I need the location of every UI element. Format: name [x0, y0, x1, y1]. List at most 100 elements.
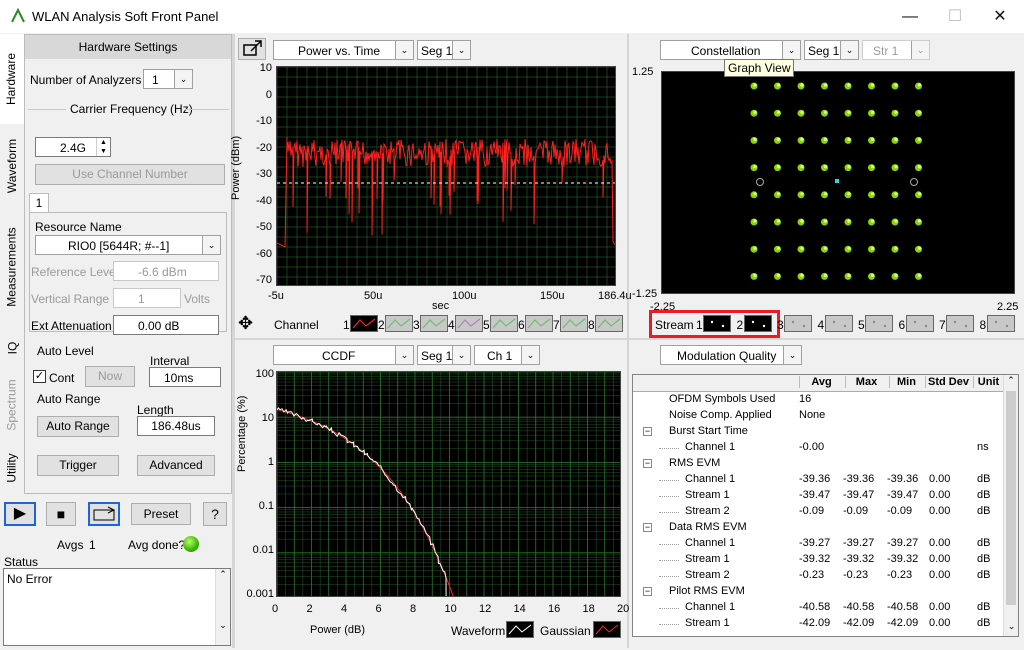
move-cursor-icon[interactable]: ✥ — [238, 313, 253, 334]
modq-row[interactable]: Stream 1 -39.47 -39.47 -39.47 0.00 dB — [633, 488, 1003, 504]
modq-row[interactable]: Channel 1 -39.27 -39.27 -39.27 0.00 dB — [633, 536, 1003, 552]
close-button[interactable]: ✕ — [980, 4, 1020, 30]
trigger-button[interactable]: Trigger — [37, 455, 119, 476]
channel-legend-swatch-1[interactable] — [350, 315, 378, 332]
minimize-button[interactable]: — — [890, 4, 930, 30]
advanced-button[interactable]: Advanced — [137, 455, 215, 476]
play-button[interactable]: ▶ — [4, 502, 36, 526]
modq-view-select[interactable]: Modulation Quality ⌄ — [660, 345, 802, 365]
collapse-icon[interactable]: − — [643, 459, 652, 468]
popout-button[interactable] — [238, 38, 266, 60]
modq-row[interactable]: Stream 1 -39.32 -39.32 -39.32 0.00 dB — [633, 552, 1003, 568]
tab-channel-1[interactable]: 1 — [29, 193, 49, 213]
legend-waveform-swatch[interactable] — [506, 621, 534, 638]
ccdf-seg-select[interactable]: Seg 1 ⌄ — [417, 345, 471, 365]
cont-checkbox[interactable]: ✓ — [33, 370, 46, 383]
ext-attenuation-input[interactable]: 0.00 dB — [113, 315, 219, 335]
preset-button[interactable]: Preset — [131, 503, 191, 525]
legend-gaussian-swatch[interactable] — [593, 621, 621, 638]
stream-legend-swatch-8[interactable] — [986, 315, 1015, 332]
stream-legend-swatch-1[interactable] — [703, 315, 731, 332]
constellation-str-select[interactable]: Str 1 ⌄ — [862, 40, 930, 60]
modq-row[interactable]: − Pilot RMS EVM — [633, 584, 1003, 600]
channel-legend-number: 6 — [518, 318, 525, 332]
collapse-icon[interactable]: − — [643, 427, 652, 436]
scroll-thumb[interactable] — [1006, 391, 1016, 605]
num-analyzers-select[interactable]: 1 ⌄ — [143, 69, 193, 89]
tab-spectrum[interactable]: Spectrum — [0, 370, 24, 440]
ccdf-channel-select[interactable]: Ch 1 ⌄ — [474, 345, 540, 365]
carrier-freq-input[interactable]: 2.4G ▲ ▼ — [35, 137, 111, 157]
stop-button[interactable]: ■ — [46, 502, 76, 526]
pvt-plot[interactable] — [276, 66, 616, 286]
modq-col-header[interactable]: Std Dev — [925, 376, 971, 388]
stream-legend-swatch-3[interactable] — [784, 315, 812, 332]
collapse-icon[interactable]: − — [643, 523, 652, 532]
modq-row[interactable]: − Burst Start Time — [633, 424, 1003, 440]
constellation-plot[interactable] — [661, 71, 1015, 294]
tab-hardware[interactable]: Hardware — [0, 34, 24, 124]
channel-legend-swatch-6[interactable] — [525, 315, 553, 332]
length-label: Length — [137, 403, 174, 417]
modq-cell-min: -39.32 — [887, 553, 919, 565]
channel-legend-swatch-2[interactable] — [385, 315, 413, 332]
channel-legend-swatch-8[interactable] — [595, 315, 623, 332]
ccdf-y-tick: 0.001 — [246, 588, 274, 600]
modq-row[interactable]: Stream 2 -0.23 -0.23 -0.23 0.00 dB — [633, 568, 1003, 584]
stepper-icon[interactable]: ▲ ▼ — [96, 138, 110, 156]
vertical-range-input[interactable]: 1 — [113, 288, 181, 308]
modq-row[interactable]: OFDM Symbols Used 16 — [633, 392, 1003, 408]
help-button[interactable]: ? — [203, 502, 227, 526]
modq-row[interactable]: Channel 1 -0.00 ns — [633, 440, 1003, 456]
now-button[interactable]: Now — [85, 366, 135, 387]
channel-legend-swatch-3[interactable] — [420, 315, 448, 332]
pvt-view-select[interactable]: Power vs. Time ⌄ — [273, 40, 414, 60]
modq-row[interactable]: Channel 1 -40.58 -40.58 -40.58 0.00 dB — [633, 600, 1003, 616]
tab-waveform[interactable]: Waveform — [0, 126, 24, 206]
modq-row[interactable]: − Data RMS EVM — [633, 520, 1003, 536]
modq-col-header[interactable]: Min — [889, 376, 923, 388]
ccdf-plot[interactable] — [276, 371, 621, 597]
ccdf-view-select[interactable]: CCDF ⌄ — [273, 345, 414, 365]
resource-name-label: Resource Name — [35, 220, 122, 234]
channel-legend-swatch-5[interactable] — [490, 315, 518, 332]
tab-iq[interactable]: IQ — [0, 328, 24, 368]
constellation-view-select[interactable]: Constellation ⌄ — [660, 40, 801, 60]
modq-row[interactable]: Noise Comp. Applied None — [633, 408, 1003, 424]
stream-legend-swatch-6[interactable] — [905, 315, 934, 332]
tab-utility[interactable]: Utility — [0, 442, 24, 494]
use-channel-number-button[interactable]: Use Channel Number — [35, 164, 225, 185]
modq-row[interactable]: Channel 1 -39.36 -39.36 -39.36 0.00 dB — [633, 472, 1003, 488]
vertical-range-unit[interactable]: Volts — [184, 292, 210, 306]
scroll-down-icon[interactable]: ⌄ — [1004, 621, 1018, 632]
modq-col-header[interactable]: Avg — [799, 376, 843, 388]
stream-legend-swatch-2[interactable] — [743, 315, 772, 332]
modq-row[interactable]: − RMS EVM — [633, 456, 1003, 472]
modq-row[interactable]: Stream 2 -0.09 -0.09 -0.09 0.00 dB — [633, 504, 1003, 520]
modq-col-header[interactable]: Unit — [973, 376, 1003, 388]
stream-legend-swatch-7[interactable] — [946, 315, 974, 332]
modq-scrollbar[interactable]: ⌃ ⌄ — [1003, 375, 1018, 636]
pvt-seg-select[interactable]: Seg 1 ⌄ — [417, 40, 471, 60]
collapse-icon[interactable]: − — [643, 587, 652, 596]
loop-button[interactable] — [88, 502, 120, 526]
modq-row[interactable]: Stream 1 -42.09 -42.09 -42.09 0.00 dB — [633, 616, 1003, 632]
resource-name-select[interactable]: RIO0 [5644R; #--1] ⌄ — [35, 235, 221, 255]
interval-input[interactable]: 10ms — [149, 367, 221, 387]
status-box[interactable]: No Error ⌃ ⌄ — [3, 568, 231, 646]
trace-line-icon — [352, 318, 376, 329]
stream-legend-swatch-4[interactable] — [824, 315, 853, 332]
modq-col-header[interactable]: Max — [845, 376, 887, 388]
reference-level-input[interactable]: -6.6 dBm — [113, 261, 219, 281]
status-scrollbar[interactable]: ⌃ ⌄ — [215, 569, 230, 645]
channel-legend-swatch-7[interactable] — [560, 315, 588, 332]
auto-range-button[interactable]: Auto Range — [37, 416, 119, 437]
channel-legend-swatch-4[interactable] — [455, 315, 483, 332]
constellation-seg-select[interactable]: Seg 1 ⌄ — [804, 40, 859, 60]
scroll-up-icon[interactable]: ⌃ — [1004, 375, 1018, 386]
stream-legend-swatch-5[interactable] — [865, 315, 893, 332]
maximize-button[interactable]: ☐ — [935, 4, 975, 30]
modq-table[interactable]: Avg Max Min Std Dev Unit OFDM Symbols Used 16… — [632, 374, 1019, 637]
ext-attenuation-label: Ext Attenuation — [31, 319, 112, 333]
tab-measurements[interactable]: Measurements — [0, 208, 24, 326]
